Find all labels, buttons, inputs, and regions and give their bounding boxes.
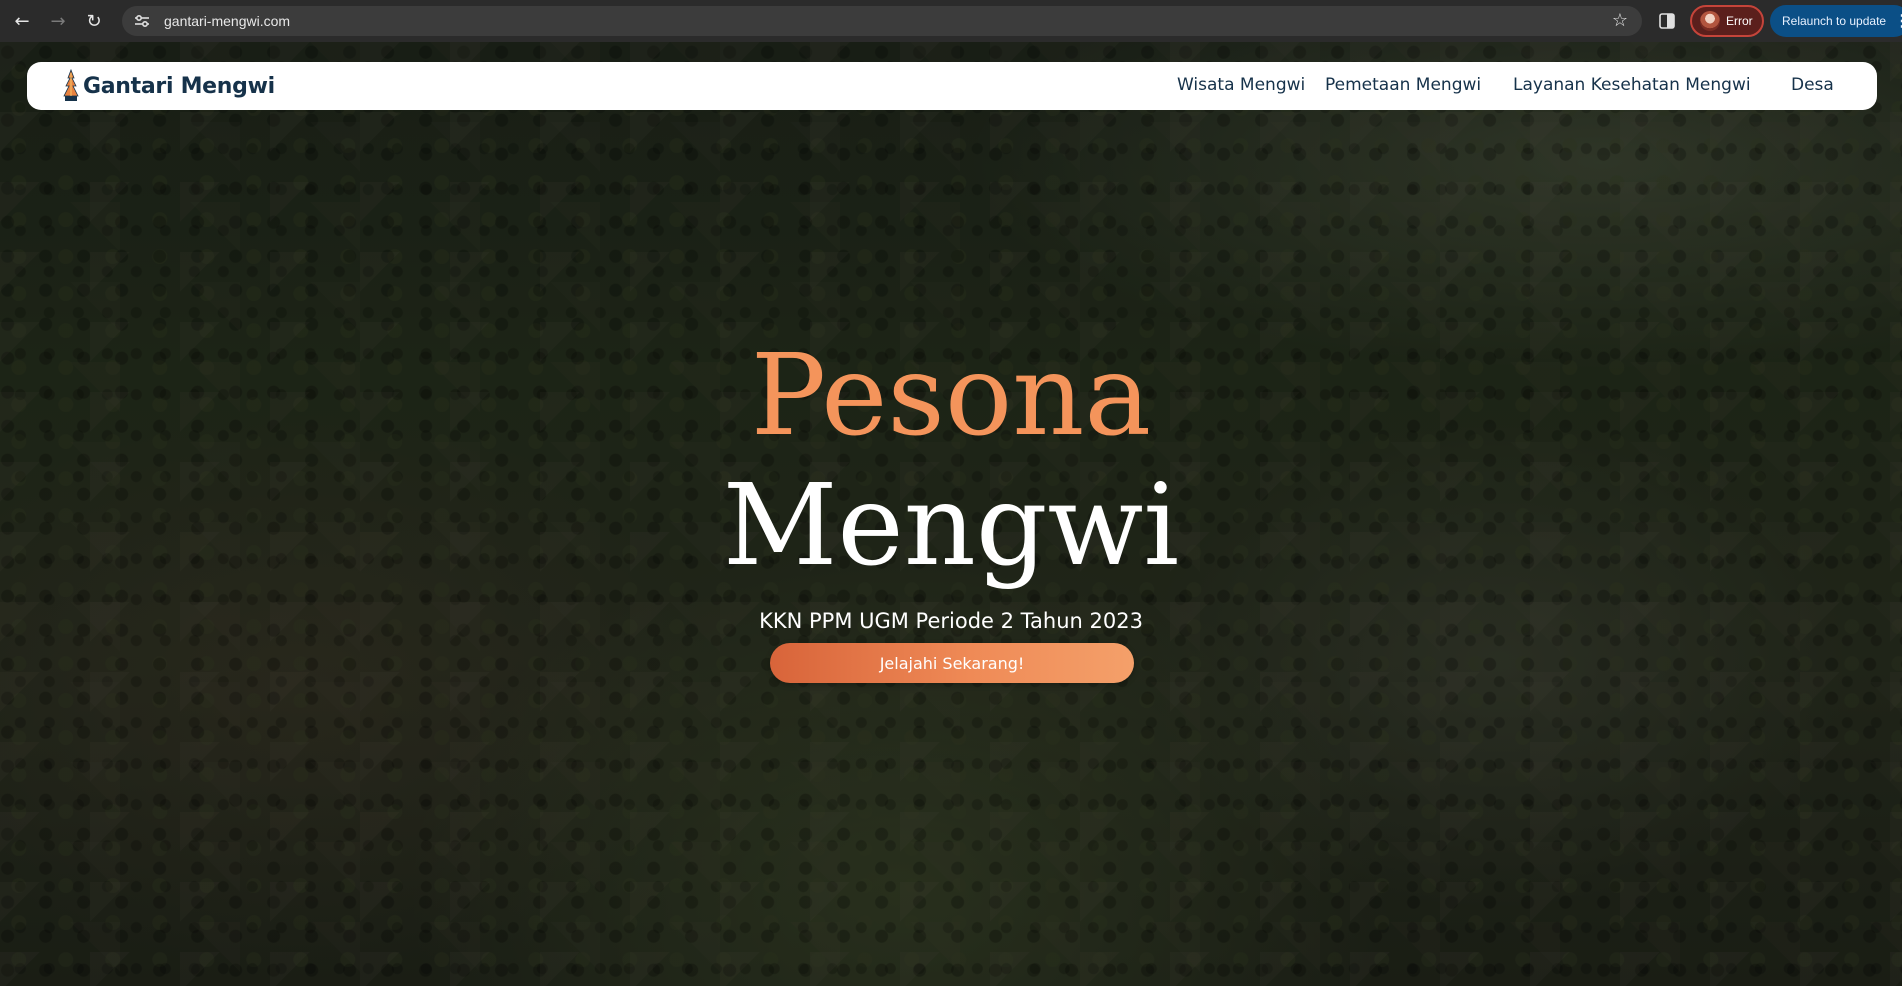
hero-title-pesona: Pesona bbox=[750, 331, 1152, 461]
side-panel-button[interactable] bbox=[1656, 10, 1678, 32]
nav-item-wisata[interactable]: Wisata Mengwi bbox=[1177, 75, 1305, 95]
main-menu: Wisata Mengwi Pemetaan Mengwi Layanan Ke… bbox=[27, 62, 1877, 110]
nav-item-pemetaan[interactable]: Pemetaan Mengwi bbox=[1325, 75, 1481, 95]
reload-icon: ↻ bbox=[86, 10, 102, 32]
tune-icon bbox=[135, 14, 149, 28]
site-navbar: Gantari Mengwi Wisata Mengwi Pemetaan Me… bbox=[27, 62, 1877, 110]
url-text[interactable]: gantari-mengwi.com bbox=[164, 13, 290, 29]
back-button[interactable]: ← bbox=[4, 0, 40, 42]
nav-item-layanan-kesehatan[interactable]: Layanan Kesehatan Mengwi bbox=[1513, 75, 1751, 95]
avatar bbox=[1700, 11, 1720, 31]
reload-button[interactable]: ↻ bbox=[76, 0, 112, 42]
hero-title-mengwi: Mengwi bbox=[722, 461, 1180, 591]
side-panel-icon bbox=[1659, 13, 1675, 29]
nav-item-desa[interactable]: Desa bbox=[1791, 75, 1834, 95]
bookmark-star-button[interactable]: ☆ bbox=[1612, 10, 1628, 31]
arrow-right-icon: → bbox=[50, 10, 66, 32]
hero-subtitle: KKN PPM UGM Periode 2 Tahun 2023 bbox=[759, 609, 1143, 633]
relaunch-label: Relaunch to update bbox=[1782, 14, 1887, 28]
profile-status: Error bbox=[1726, 14, 1753, 28]
browser-toolbar: ← → ↻ gantari-mengwi.com ☆ Error Relaunc… bbox=[0, 0, 1902, 42]
site-info-button[interactable] bbox=[132, 11, 152, 31]
arrow-left-icon: ← bbox=[14, 10, 30, 32]
explore-now-button[interactable]: Jelajahi Sekarang! bbox=[770, 643, 1134, 683]
star-icon: ☆ bbox=[1611, 10, 1628, 31]
relaunch-button[interactable]: Relaunch to update ⋮ bbox=[1770, 5, 1902, 37]
kebab-menu-icon[interactable]: ⋮ bbox=[1894, 11, 1902, 31]
address-bar[interactable]: gantari-mengwi.com ☆ bbox=[122, 6, 1642, 36]
forward-button[interactable]: → bbox=[40, 0, 76, 42]
page-viewport: Gantari Mengwi Wisata Mengwi Pemetaan Me… bbox=[0, 42, 1902, 986]
profile-button[interactable]: Error bbox=[1690, 5, 1764, 37]
